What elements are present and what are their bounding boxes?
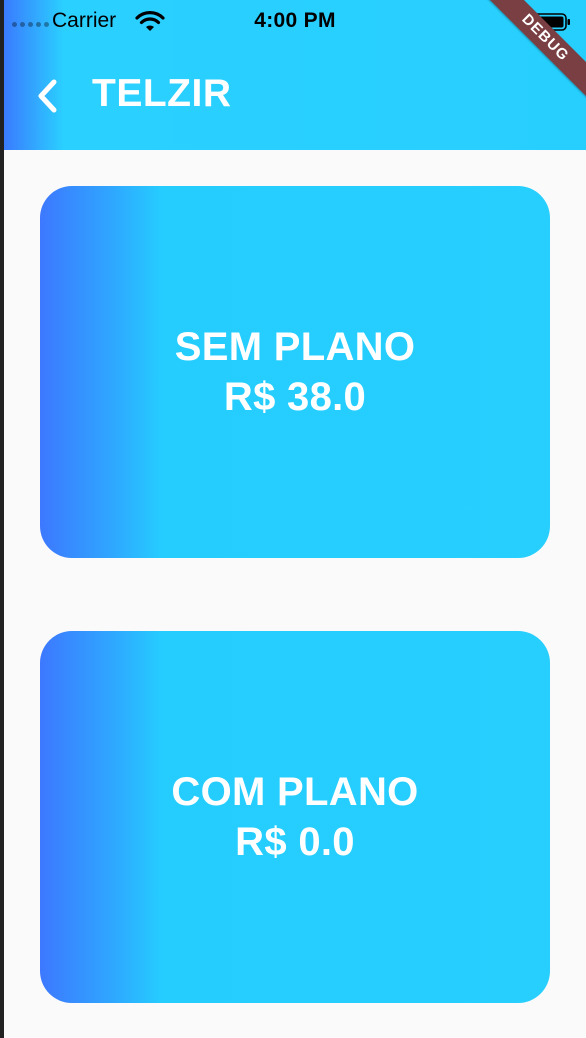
app-bar: Carrier 4:00 PM DEBUG TELZIR: [4, 0, 586, 150]
clock: 4:00 PM: [254, 9, 336, 32]
page-title: TELZIR: [92, 72, 232, 115]
app-screen: Carrier 4:00 PM DEBUG TELZIR SEM PLANO R…: [4, 0, 586, 1038]
plan-price: R$ 0.0: [235, 820, 355, 864]
plan-name: SEM PLANO: [174, 325, 416, 369]
chevron-left-icon: [38, 79, 57, 113]
plan-card-com-plano[interactable]: COM PLANO R$ 0.0: [40, 631, 550, 1003]
plan-price: R$ 38.0: [223, 375, 367, 419]
back-button[interactable]: [26, 68, 70, 124]
plan-name: COM PLANO: [171, 770, 419, 814]
plan-card-sem-plano[interactable]: SEM PLANO R$ 38.0: [40, 186, 550, 558]
